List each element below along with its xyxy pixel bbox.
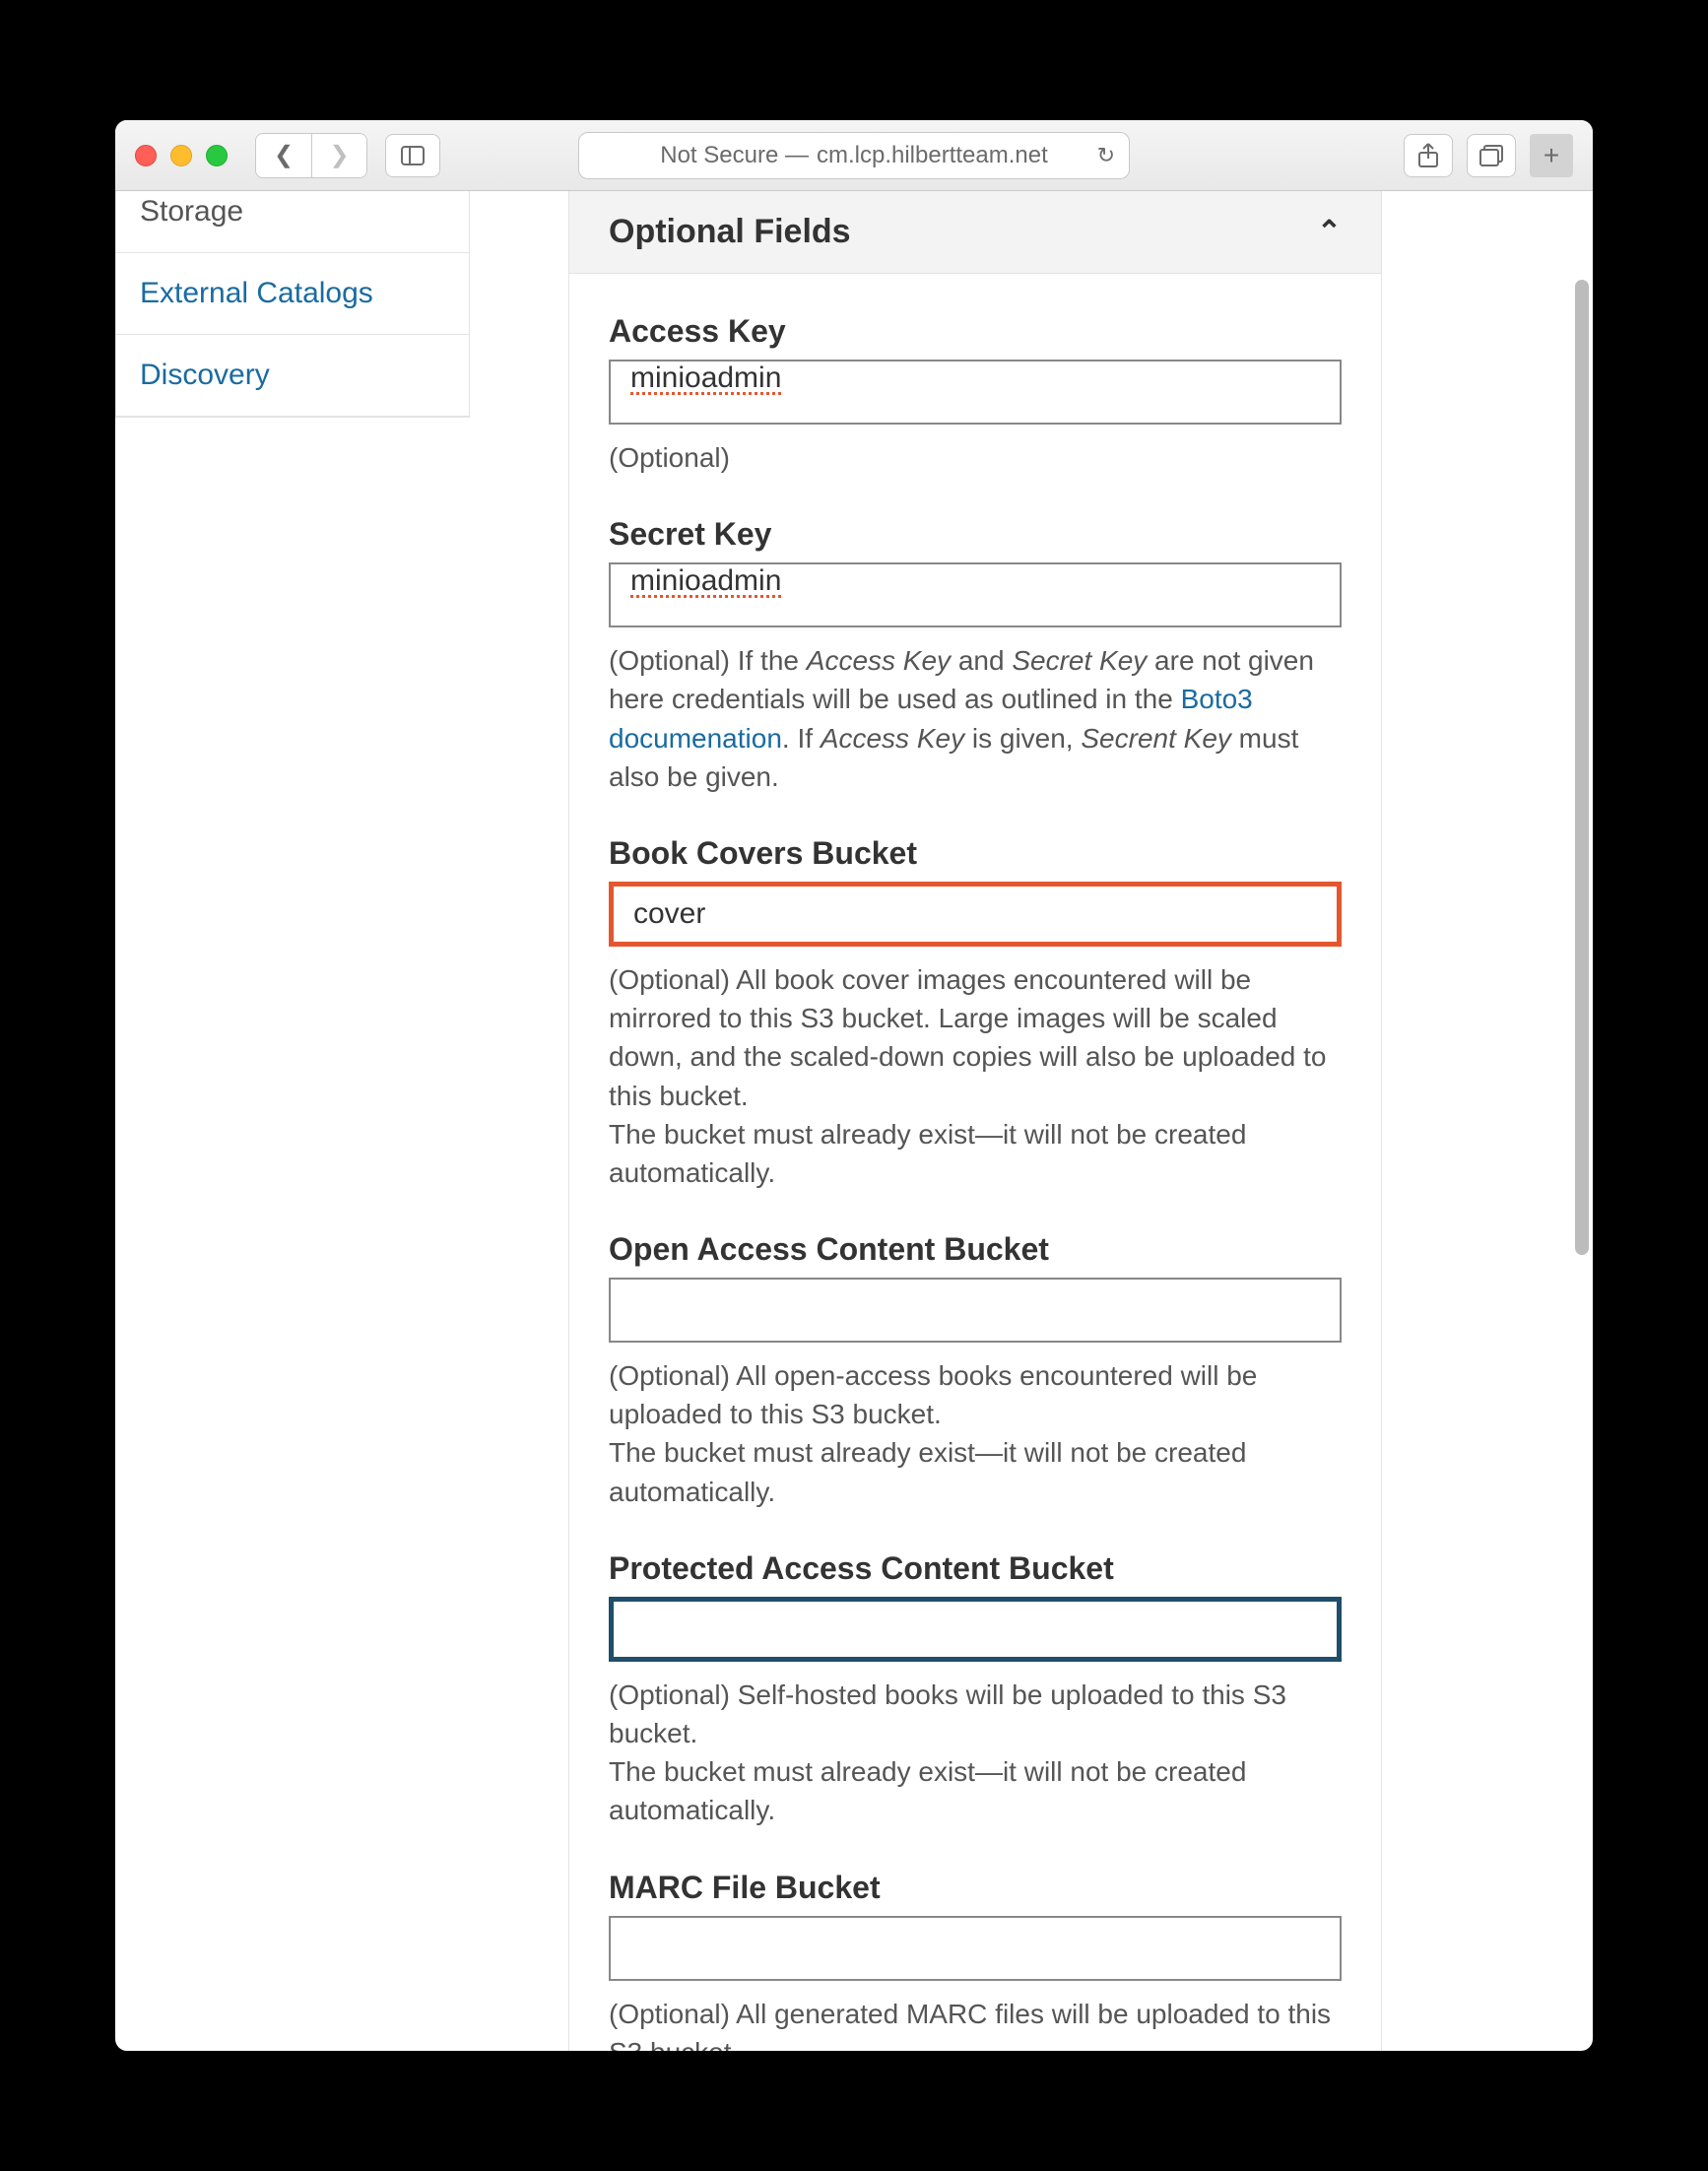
book-covers-bucket-help: (Optional) All book cover images encount…	[609, 960, 1342, 1192]
sidebar-item-external-catalogs[interactable]: External Catalogs	[116, 253, 469, 335]
url-text: cm.lcp.hilbertteam.net	[817, 142, 1048, 169]
form-body: Access Key minioadmin (Optional) Secret …	[569, 274, 1381, 2051]
sidebar-item-discovery[interactable]: Discovery	[116, 335, 469, 417]
page-content: Storage External Catalogs Discovery Opti…	[115, 191, 1593, 2051]
open-access-bucket-help: (Optional) All open-access books encount…	[609, 1356, 1342, 1511]
field-open-access-bucket: Open Access Content Bucket (Optional) Al…	[609, 1231, 1342, 1511]
sidebar-item-label: Discovery	[140, 359, 270, 391]
share-button[interactable]	[1404, 134, 1453, 177]
marc-file-bucket-label: MARC File Bucket	[609, 1870, 1342, 1906]
chevron-up-icon: ⌃	[1317, 215, 1342, 249]
open-access-bucket-label: Open Access Content Bucket	[609, 1231, 1342, 1268]
browser-window: ❮ ❯ Not Secure — cm.lcp.hilbertteam.net …	[115, 120, 1593, 2051]
address-bar[interactable]: Not Secure — cm.lcp.hilbertteam.net ↻	[578, 132, 1130, 179]
tabs-button[interactable]	[1467, 134, 1516, 177]
accordion-title: Optional Fields	[609, 213, 851, 251]
field-marc-file-bucket: MARC File Bucket (Optional) All generate…	[609, 1870, 1342, 2051]
field-secret-key: Secret Key minioadmin (Optional) If the …	[609, 516, 1342, 796]
sidebar-item-label: Storage	[140, 195, 243, 228]
protected-access-bucket-help: (Optional) Self-hosted books will be upl…	[609, 1676, 1342, 1830]
secret-key-input[interactable]: minioadmin	[609, 562, 1342, 627]
forward-button[interactable]: ❯	[311, 134, 366, 177]
sidebar: Storage External Catalogs Discovery	[115, 191, 470, 2051]
close-window-button[interactable]	[135, 145, 157, 166]
maximize-window-button[interactable]	[206, 145, 228, 166]
access-key-help: (Optional)	[609, 438, 1342, 477]
window-controls	[135, 145, 228, 166]
minimize-window-button[interactable]	[170, 145, 192, 166]
scrollbar-thumb[interactable]	[1575, 280, 1589, 1255]
field-protected-access-bucket: Protected Access Content Bucket (Optiona…	[609, 1550, 1342, 1830]
sidebar-toggle-button[interactable]	[385, 134, 440, 177]
browser-titlebar: ❮ ❯ Not Secure — cm.lcp.hilbertteam.net …	[115, 120, 1593, 191]
nav-buttons: ❮ ❯	[255, 133, 367, 178]
book-covers-bucket-input[interactable]	[609, 882, 1342, 947]
book-covers-bucket-label: Book Covers Bucket	[609, 835, 1342, 872]
secret-key-help: (Optional) If the Access Key and Secret …	[609, 641, 1342, 796]
field-access-key: Access Key minioadmin (Optional)	[609, 313, 1342, 477]
sidebar-item-label: External Catalogs	[140, 277, 373, 309]
scrollbar[interactable]	[1575, 280, 1589, 2021]
field-book-covers-bucket: Book Covers Bucket (Optional) All book c…	[609, 835, 1342, 1192]
toolbar-right: +	[1404, 134, 1573, 177]
optional-fields-header[interactable]: Optional Fields ⌃	[569, 191, 1381, 274]
protected-access-bucket-input[interactable]	[609, 1597, 1342, 1662]
sidebar-item-storage[interactable]: Storage	[116, 191, 469, 253]
main-column: Optional Fields ⌃ Access Key minioadmin …	[568, 191, 1382, 2051]
marc-file-bucket-help: (Optional) All generated MARC files will…	[609, 1995, 1342, 2051]
new-tab-button[interactable]: +	[1530, 134, 1573, 177]
marc-file-bucket-input[interactable]	[609, 1916, 1342, 1981]
open-access-bucket-input[interactable]	[609, 1278, 1342, 1343]
access-key-label: Access Key	[609, 313, 1342, 350]
security-label: Not Secure —	[660, 142, 809, 169]
secret-key-label: Secret Key	[609, 516, 1342, 553]
reload-icon[interactable]: ↻	[1097, 143, 1115, 168]
protected-access-bucket-label: Protected Access Content Bucket	[609, 1550, 1342, 1587]
access-key-input[interactable]: minioadmin	[609, 360, 1342, 425]
back-button[interactable]: ❮	[256, 134, 311, 177]
